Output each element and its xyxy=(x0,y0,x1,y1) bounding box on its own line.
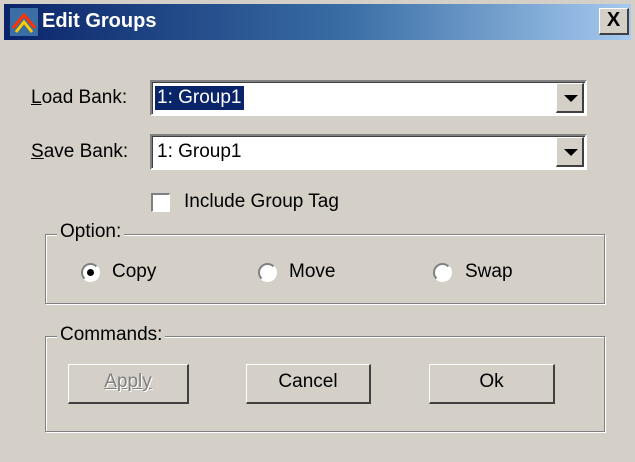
commands-group-title: Commands: xyxy=(57,324,166,346)
option-move-radio[interactable] xyxy=(258,263,277,282)
window-title: Edit Groups xyxy=(42,10,157,32)
include-group-tag-label[interactable]: Include Group Tag xyxy=(184,191,339,213)
ok-button[interactable]: Ok xyxy=(429,364,555,404)
load-bank-select[interactable]: 1: Group1 xyxy=(150,80,587,116)
save-bank-label-accel: S xyxy=(31,141,44,162)
option-swap-radio[interactable] xyxy=(433,263,452,282)
save-bank-value: 1: Group1 xyxy=(157,141,242,162)
load-bank-label-rest: oad Bank: xyxy=(41,87,128,108)
load-bank-dropdown-arrow-icon[interactable] xyxy=(556,83,584,113)
cancel-button[interactable]: Cancel xyxy=(246,364,371,404)
title-bar[interactable]: Edit Groups X xyxy=(4,4,631,40)
load-bank-value: 1: Group1 xyxy=(154,85,245,111)
include-group-tag-checkbox[interactable] xyxy=(151,193,170,212)
load-bank-label-accel: L xyxy=(31,87,42,108)
option-swap-label[interactable]: Swap xyxy=(465,261,513,283)
option-copy-radio[interactable] xyxy=(81,263,100,282)
close-icon: X xyxy=(606,9,621,31)
load-bank-label: Load Bank: xyxy=(31,87,127,109)
apply-button-label: Apply xyxy=(104,371,152,392)
cancel-button-label: Cancel xyxy=(278,371,338,392)
save-bank-dropdown-arrow-icon[interactable] xyxy=(556,137,584,167)
app-logo-icon xyxy=(10,8,38,36)
close-button[interactable]: X xyxy=(599,8,629,35)
apply-button[interactable]: Apply xyxy=(68,364,189,404)
option-group-title: Option: xyxy=(57,221,125,243)
save-bank-label: Save Bank: xyxy=(31,141,128,163)
edit-groups-dialog: Edit Groups X Load Bank: 1: Group1 Save … xyxy=(0,0,635,462)
save-bank-select[interactable]: 1: Group1 xyxy=(150,134,587,170)
option-copy-label[interactable]: Copy xyxy=(112,261,156,283)
save-bank-label-rest: ave Bank: xyxy=(43,141,129,162)
ok-button-label: Ok xyxy=(479,371,504,392)
option-move-label[interactable]: Move xyxy=(289,261,335,283)
